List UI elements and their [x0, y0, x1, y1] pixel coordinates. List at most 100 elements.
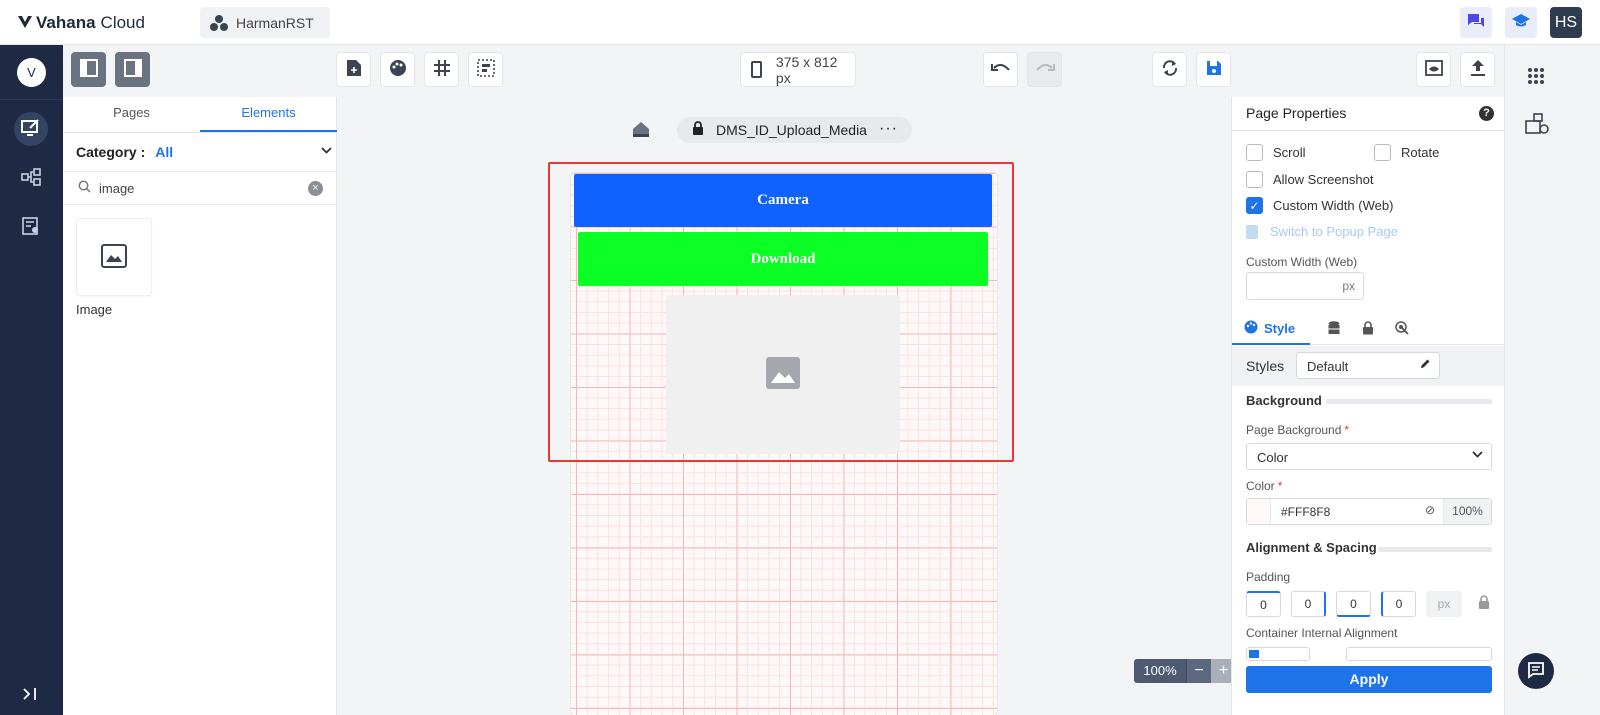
sync-icon [1161, 59, 1179, 80]
scroll-checkbox[interactable]: Scroll [1246, 144, 1306, 161]
learning-button[interactable] [1505, 7, 1537, 38]
styles-select[interactable]: Default [1296, 352, 1440, 379]
support-chat-button[interactable] [1518, 653, 1554, 689]
device-size-label: 375 x 812 px [775, 53, 838, 86]
color-label: Color * [1246, 479, 1282, 493]
publish-button[interactable] [1460, 52, 1495, 87]
alignment-select[interactable] [1346, 647, 1492, 661]
page-name-pill[interactable]: DMS_ID_Upload_Media ··· [677, 117, 912, 143]
zoom-out-button[interactable]: − [1186, 659, 1211, 683]
expand-rail-button[interactable] [23, 687, 37, 703]
page-background-value: Color [1257, 450, 1289, 465]
apps-grid-icon[interactable] [1527, 67, 1545, 88]
page-background-label-text: Page Background [1246, 423, 1342, 437]
touch-icon [1395, 320, 1409, 338]
checkbox-label: Allow Screenshot [1273, 172, 1374, 187]
theme-button[interactable] [380, 52, 415, 87]
custom-width-checkbox[interactable]: ✓ Custom Width (Web) [1246, 197, 1393, 214]
rail-item-flow[interactable] [14, 161, 48, 195]
toggle-right-panel-button[interactable] [115, 52, 150, 87]
zoom-control: 100% − + [1134, 659, 1236, 683]
apply-button[interactable]: Apply [1246, 666, 1492, 693]
checkbox-label: Rotate [1401, 145, 1440, 160]
nav-rail: V [0, 45, 63, 715]
container-alignment-label: Container Internal Alignment [1246, 626, 1398, 640]
save-icon [1206, 60, 1222, 79]
image-icon [101, 243, 127, 271]
undo-button[interactable] [983, 52, 1018, 87]
project-name: HarmanRST [236, 14, 314, 31]
color-hex-value: #FFF8F8 [1281, 505, 1331, 519]
tab-security[interactable] [1354, 313, 1382, 345]
custom-width-input[interactable]: px [1246, 272, 1364, 300]
align-left-icon [1249, 650, 1259, 658]
save-button[interactable] [1196, 52, 1231, 87]
device-size-selector[interactable]: 375 x 812 px [740, 52, 856, 87]
edit-icon[interactable] [1420, 358, 1431, 372]
color-opacity[interactable]: 100% [1443, 499, 1491, 524]
tab-style[interactable]: Style [1232, 313, 1310, 345]
phone-icon [751, 61, 762, 78]
project-selector[interactable]: HarmanRST [200, 7, 330, 38]
properties-title: Page Properties [1246, 105, 1347, 121]
help-icon[interactable]: ? [1479, 106, 1494, 121]
lock-icon [692, 121, 704, 139]
more-options-icon[interactable]: ··· [879, 120, 898, 138]
color-swatch[interactable] [1247, 499, 1271, 524]
color-hex-input[interactable]: #FFF8F8 ⊘ [1271, 499, 1443, 524]
page-background-select[interactable]: Color [1246, 443, 1492, 470]
tab-elements[interactable]: Elements [200, 97, 337, 132]
rail-divider [0, 99, 63, 100]
chevron-down-icon [1472, 449, 1483, 461]
top-bar: Vahana Cloud HarmanRST HS [0, 0, 1600, 45]
lock-icon[interactable] [1478, 595, 1490, 613]
add-page-button[interactable] [336, 52, 371, 87]
chat-icon [1467, 13, 1485, 32]
rail-item-settings[interactable] [14, 210, 48, 244]
chat-bubble-icon [1527, 661, 1545, 682]
upload-icon [1470, 59, 1486, 80]
grid-button[interactable] [424, 52, 459, 87]
preview-icon [1424, 60, 1443, 79]
tab-pages[interactable]: Pages [63, 97, 200, 132]
palette-icon [1244, 320, 1258, 337]
brand-logo[interactable]: Vahana Cloud [18, 11, 145, 35]
home-page-icon[interactable] [632, 120, 650, 138]
styles-row: Styles Default [1232, 346, 1504, 386]
select-area-button[interactable] [468, 52, 503, 87]
vahana-logo-icon [18, 15, 32, 32]
workspace-avatar[interactable]: V [17, 58, 46, 87]
padding-bottom-input[interactable]: 0 [1336, 591, 1371, 617]
element-search: × [63, 171, 337, 205]
padding-top-input[interactable]: 0 [1246, 591, 1281, 617]
project-icon [210, 14, 228, 32]
alignment-toggle[interactable] [1246, 647, 1310, 661]
rotate-checkbox[interactable]: Rotate [1374, 144, 1439, 161]
element-card-image[interactable] [76, 218, 152, 296]
tab-data[interactable] [1320, 313, 1348, 345]
padding-left-input[interactable]: 0 [1381, 591, 1416, 617]
padding-right-input[interactable]: 0 [1291, 591, 1326, 617]
allow-screenshot-checkbox[interactable]: Allow Screenshot [1246, 171, 1373, 188]
components-icon[interactable] [1525, 113, 1549, 138]
clear-search-icon[interactable]: × [308, 181, 323, 196]
preview-button[interactable] [1416, 52, 1451, 87]
designer-toolbar: 375 x 812 px [63, 45, 1540, 97]
category-filter[interactable]: Category : All [76, 141, 332, 163]
color-label-text: Color [1246, 479, 1275, 493]
user-avatar[interactable]: HS [1550, 7, 1582, 38]
no-color-icon[interactable]: ⊘ [1425, 503, 1435, 517]
zoom-level: 100% [1134, 659, 1186, 683]
required-mark: * [1344, 423, 1350, 437]
search-input[interactable] [99, 180, 299, 196]
rail-item-designer[interactable] [14, 112, 48, 146]
toggle-left-panel-button[interactable] [71, 52, 106, 87]
tab-events[interactable] [1388, 313, 1416, 345]
checkmark-icon: ✓ [1246, 197, 1263, 214]
messages-button[interactable] [1460, 7, 1492, 38]
redo-button[interactable] [1027, 52, 1062, 87]
background-section-title: Background [1246, 393, 1322, 408]
switch-to-popup-link[interactable]: Switch to Popup Page [1246, 224, 1398, 239]
element-label-image: Image [76, 302, 113, 317]
refresh-button[interactable] [1152, 52, 1187, 87]
